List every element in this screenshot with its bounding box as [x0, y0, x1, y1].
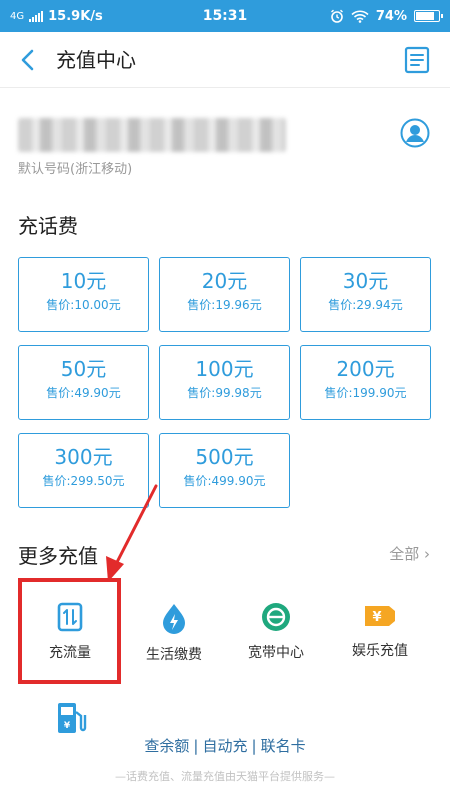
see-all-link[interactable]: 全部 ›: [389, 543, 430, 564]
more-item-label: 娱乐充值: [352, 643, 408, 659]
account-section: 默认号码(浙江移动): [0, 100, 450, 188]
topup-amount: 100元: [195, 357, 254, 381]
battery-percent: 74%: [375, 8, 407, 24]
status-left: 4G 15.9K/s: [10, 9, 103, 24]
topup-amount: 10元: [60, 269, 107, 293]
topup-option-10[interactable]: 10元 售价:10.00元: [18, 257, 149, 332]
topup-section-title: 充话费: [18, 214, 78, 238]
topup-amount: 50元: [60, 357, 107, 381]
records-document-icon[interactable]: [404, 46, 430, 74]
chevron-right-icon: ›: [424, 545, 430, 563]
topup-option-500[interactable]: 500元 售价:499.90元: [159, 433, 290, 508]
network-type: 4G: [10, 10, 25, 22]
broadband-e-icon: [262, 603, 290, 631]
link-separator: |: [251, 737, 257, 755]
more-item-label: 宽带中心: [248, 645, 304, 661]
more-item-utilities[interactable]: 生活缴费: [124, 582, 224, 682]
footer-links: 查余额 | 自动充 | 联名卡: [0, 735, 450, 756]
signal-icon: [29, 10, 44, 22]
more-section-title: 更多充值: [18, 544, 98, 568]
more-item-entertainment[interactable]: ¥ 娱乐充值: [330, 582, 430, 682]
network-speed: 15.9K/s: [48, 8, 103, 24]
topup-amount: 300元: [54, 445, 113, 469]
topup-option-100[interactable]: 100元 售价:99.98元: [159, 345, 290, 420]
app-header: 充值中心: [0, 32, 450, 88]
highlight-box-annotation: [18, 578, 121, 684]
default-number-label: 默认号码(浙江移动): [18, 162, 133, 177]
topup-amount: 30元: [342, 269, 389, 293]
topup-price: 售价:29.94元: [328, 298, 403, 312]
auto-topup-link[interactable]: 自动充: [202, 737, 247, 755]
more-item-broadband[interactable]: 宽带中心: [226, 582, 326, 682]
wifi-icon: [351, 10, 369, 23]
yuan-ticket-icon: ¥: [365, 606, 395, 626]
topup-price: 售价:19.96元: [187, 298, 262, 312]
link-separator: |: [193, 737, 199, 755]
back-arrow-icon[interactable]: [16, 46, 40, 74]
topup-option-50[interactable]: 50元 售价:49.90元: [18, 345, 149, 420]
svg-text:¥: ¥: [64, 721, 71, 731]
water-drop-bolt-icon: [163, 604, 185, 634]
topup-price: 售价:299.50元: [42, 474, 125, 488]
topup-price: 售价:199.90元: [324, 386, 407, 400]
check-balance-link[interactable]: 查余额: [144, 737, 189, 755]
status-right: 74%: [330, 8, 443, 24]
topup-price: 售价:49.90元: [46, 386, 121, 400]
topup-amount: 500元: [195, 445, 254, 469]
more-item-label: 生活缴费: [146, 647, 202, 663]
cobrand-card-link[interactable]: 联名卡: [261, 737, 306, 755]
topup-amount: 20元: [201, 269, 248, 293]
service-footnote: —话费充值、流量充值由天猫平台提供服务—: [115, 770, 335, 783]
status-bar: 4G 15.9K/s 15:31 74%: [0, 0, 450, 32]
topup-option-200[interactable]: 200元 售价:199.90元: [300, 345, 431, 420]
topup-option-30[interactable]: 30元 售价:29.94元: [300, 257, 431, 332]
page-title: 充值中心: [56, 48, 136, 72]
topup-amount: 200元: [336, 357, 395, 381]
alarm-icon: [330, 9, 343, 23]
topup-option-20[interactable]: 20元 售价:19.96元: [159, 257, 290, 332]
topup-price: 售价:499.90元: [183, 474, 266, 488]
topup-option-300[interactable]: 300元 售价:299.50元: [18, 433, 149, 508]
see-all-label: 全部: [389, 545, 420, 563]
battery-icon: [414, 10, 443, 22]
svg-text:¥: ¥: [372, 610, 381, 625]
contact-person-icon[interactable]: [400, 118, 430, 148]
topup-price: 售价:10.00元: [46, 298, 121, 312]
phone-number-blurred[interactable]: [18, 118, 286, 152]
topup-price: 售价:99.98元: [187, 386, 262, 400]
fuel-station-icon[interactable]: ¥: [50, 700, 90, 736]
